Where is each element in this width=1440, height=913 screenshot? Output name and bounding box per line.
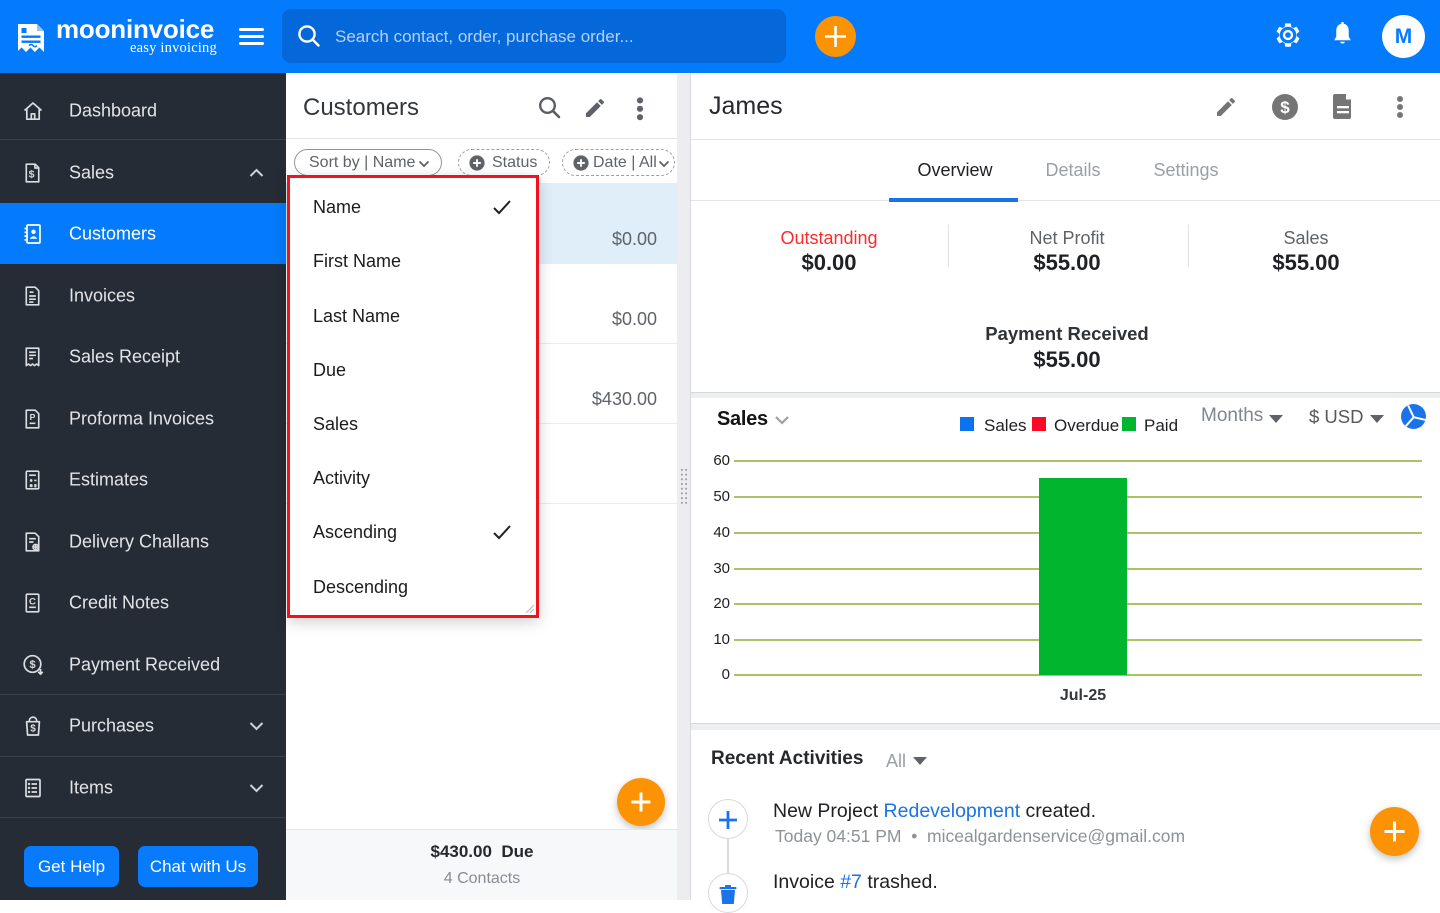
svg-text:$: $	[1280, 98, 1290, 117]
svg-text:$: $	[29, 659, 35, 671]
svg-text:C: C	[29, 596, 36, 607]
svg-text:$: $	[30, 723, 36, 734]
svg-text:$: $	[29, 168, 35, 180]
svg-text:P: P	[30, 411, 36, 421]
